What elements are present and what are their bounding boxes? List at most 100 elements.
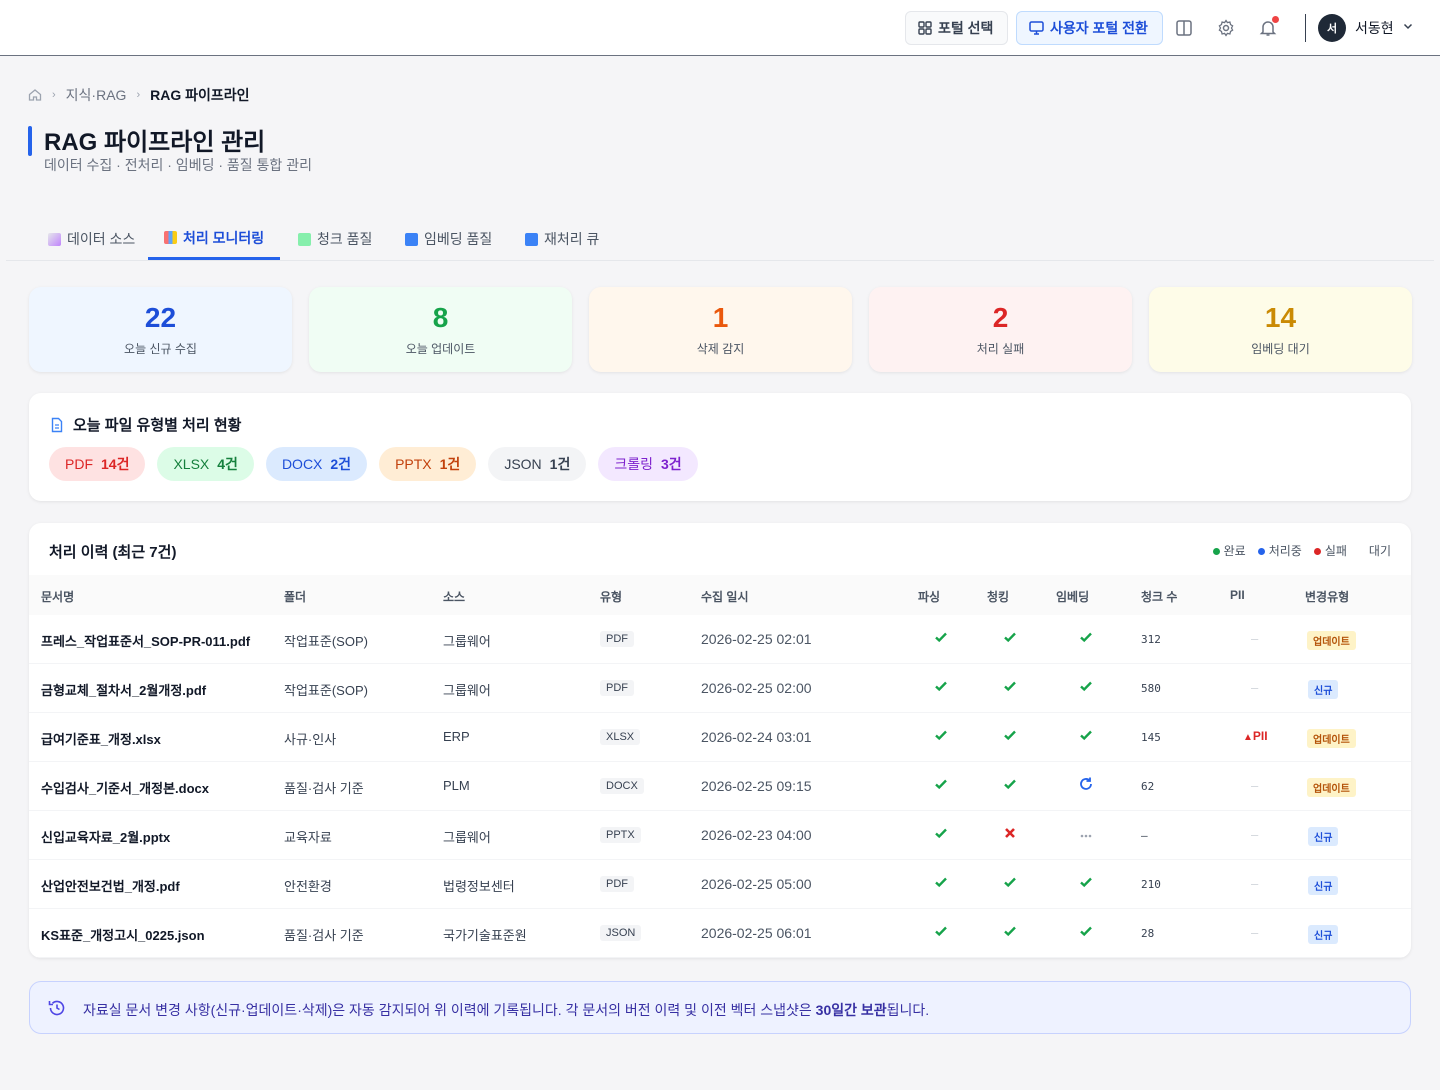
user-name[interactable]: 서동현 [1355,18,1394,38]
legend-dot [1257,548,1265,556]
tab-label: 데이터 소스 [67,231,136,247]
document-name[interactable]: 수입검사_기준서_개정본.docx [41,778,209,797]
check-icon [933,629,949,645]
document-name[interactable]: KS표준_개정고시_0225.json [41,925,205,944]
collected-at-cell: 2026-02-25 06:01 [701,925,812,941]
column-header[interactable]: 수집 일시 [701,588,749,605]
check-icon [933,923,949,939]
change-type-badge: 신규 [1308,925,1339,944]
collected-at-cell: 2026-02-24 03:01 [701,729,812,745]
column-header[interactable]: 청킹 [987,588,1009,605]
folder-cell: 작업표준(SOP) [284,634,368,649]
column-header[interactable]: 청크 수 [1141,588,1177,605]
table-row[interactable]: 급여기준표_개정.xlsx 사규·인사 ERP XLSX 2026-02-24 03:0… [29,713,1411,762]
chunk-count-cell: – [1141,829,1148,842]
source-cell: 국가기술표준원 [443,928,527,943]
user-portal-switch-button[interactable]: 사용자 포털 전환 [1016,11,1163,45]
folder-cell: 사규·인사 [284,732,337,747]
table-row[interactable]: KS표준_개정고시_0225.json 품질·검사 기준 국가기술표준원 JSON 20… [29,909,1411,958]
stat-card-failed: 2 처리 실패 [869,287,1132,372]
brush-icon [48,232,61,246]
folder-cell: 안전환경 [284,879,332,894]
ellipsis-icon [1078,825,1094,841]
table-row[interactable]: 금형교체_절차서_2월개정.pdf 작업표준(SOP) 그룹웨어 PDF 2026-02… [29,664,1411,713]
check-icon [1002,727,1018,743]
tab-processing-monitoring[interactable]: 처리 모니터링 [148,218,281,260]
table-row[interactable]: 산업안전보건법_개정.pdf 안전환경 법령정보센터 PDF 2026-02-25 05… [29,860,1411,909]
stat-value: 14 [1264,302,1297,333]
check-icon [1078,678,1094,694]
legend-item: 완료 [1212,542,1246,559]
stat-label: 오늘 신규 수집 [124,342,197,356]
breadcrumb-item-knowledge[interactable]: 지식·RAG [66,85,127,105]
info-banner: 자료실 문서 변경 사항(신규·업데이트·삭제)은 자동 감지되어 위 이력에 … [29,981,1411,1034]
chip-type: JSON [504,456,542,472]
top-bar: 포털 선택 사용자 포털 전환 서 서동현 [0,0,1440,56]
column-header[interactable]: 폴더 [284,588,306,605]
legend-label: 완료 [1223,544,1246,558]
portal-select-label: 포털 선택 [938,20,994,36]
document-name[interactable]: 신입교육자료_2월.pptx [41,827,170,846]
check-icon [933,825,949,841]
tab-label: 임베딩 품질 [424,231,493,247]
chip-type: PPTX [395,456,432,472]
column-header[interactable]: 변경유형 [1305,588,1349,605]
chip-count: 14건 [101,456,130,472]
check-icon [1002,678,1018,694]
check-icon [933,874,949,890]
tab-chunk-quality[interactable]: 청크 품질 [282,218,388,260]
tab-bar: 데이터 소스 처리 모니터링 청크 품질 임베딩 품질 재처리 큐 [6,218,1434,261]
pii-warning: ▲PII [1243,729,1268,743]
table-row[interactable]: 프레스_작업표준서_SOP-PR-011.pdf 작업표준(SOP) 그룹웨어 PDF… [29,615,1411,664]
table-header: 문서명 폴더 소스 유형 수집 일시 파싱 청킹 임베딩 청크 수 PII 변경… [29,575,1411,615]
legend-dot [1313,548,1321,556]
chip-count: 1건 [549,456,571,472]
notification-dot [1272,16,1279,23]
table-row[interactable]: 신입교육자료_2월.pptx 교육자료 그룹웨어 PPTX 2026-02-23 04:… [29,811,1411,860]
column-header[interactable]: PII [1230,588,1245,602]
document-name[interactable]: 프레스_작업표준서_SOP-PR-011.pdf [41,631,250,650]
check-icon [933,727,949,743]
stat-card-embedding-waiting: 14 임베딩 대기 [1149,287,1412,372]
numbers-icon [405,232,418,246]
gear-icon[interactable] [1214,16,1238,40]
history-title: 처리 이력 (최근 7건) [49,544,177,561]
file-type-chip[interactable]: 크롤링 3건 [598,447,698,481]
column-header[interactable]: 파싱 [918,588,940,605]
layout-toggle-icon[interactable] [1172,16,1196,40]
stat-card-new: 22 오늘 신규 수집 [29,287,292,372]
file-type-chip[interactable]: PDF 14건 [49,447,146,481]
column-header[interactable]: 임베딩 [1056,588,1089,605]
info-banner-text: 자료실 문서 변경 사항(신규·업데이트·삭제)은 자동 감지되어 위 이력에 … [83,1000,929,1020]
file-type-badge: XLSX [600,729,641,745]
document-name[interactable]: 금형교체_절차서_2월개정.pdf [41,680,206,699]
tab-data-source[interactable]: 데이터 소스 [32,218,151,260]
title-accent-bar [28,126,32,156]
change-type-badge: 신규 [1308,680,1339,699]
check-icon [1078,874,1094,890]
table-row[interactable]: 수입검사_기준서_개정본.docx 품질·검사 기준 PLM DOCX 2026-02-… [29,762,1411,811]
file-type-chip[interactable]: DOCX 2건 [265,447,368,481]
column-header[interactable]: 문서명 [41,588,74,605]
breadcrumb: › 지식·RAG › RAG 파이프라인 [28,85,250,105]
chip-count: 4건 [217,456,238,472]
pii-cell: – [1251,876,1259,891]
document-name[interactable]: 급여기준표_개정.xlsx [41,729,161,748]
chevron-down-icon[interactable] [1402,20,1414,32]
tab-embedding-quality[interactable]: 임베딩 품질 [389,218,508,260]
page-subtitle: 데이터 수집 · 전처리 · 임베딩 · 품질 통합 관리 [44,157,312,173]
document-name[interactable]: 산업안전보건법_개정.pdf [41,876,180,895]
file-type-chip[interactable]: PPTX 1건 [379,447,477,481]
column-header[interactable]: 유형 [600,588,622,605]
file-type-chip[interactable]: JSON 1건 [488,447,587,481]
file-type-chip[interactable]: XLSX 4건 [157,447,254,481]
home-icon[interactable] [28,88,42,102]
bell-icon[interactable] [1256,16,1280,40]
tab-reprocess-queue[interactable]: 재처리 큐 [509,218,615,260]
breadcrumb-separator: › [136,89,141,101]
legend-item: 실패 [1313,542,1347,559]
file-type-badge: PPTX [600,827,641,843]
column-header[interactable]: 소스 [443,588,465,605]
portal-select-button[interactable]: 포털 선택 [905,11,1008,45]
avatar[interactable]: 서 [1318,14,1346,42]
